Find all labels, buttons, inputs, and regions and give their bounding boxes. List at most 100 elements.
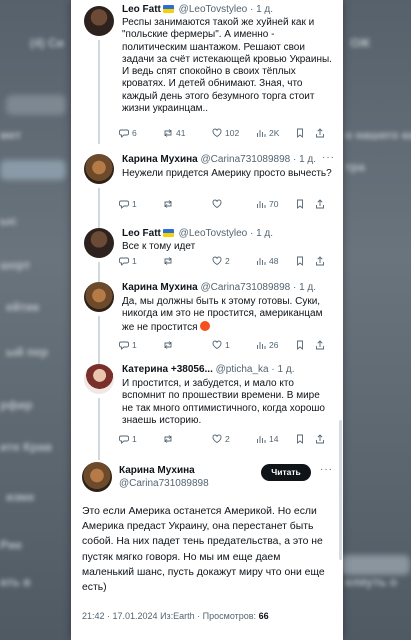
bg-text: ыс bbox=[0, 214, 17, 228]
retweet-icon bbox=[164, 129, 172, 137]
reply-count: 1 bbox=[132, 199, 137, 209]
reply-icon bbox=[119, 435, 129, 444]
tweet-meta: 21:42 · 17.01.2024 Из:Earth · Просмотров… bbox=[82, 611, 269, 621]
bookmark-button[interactable] bbox=[295, 199, 305, 209]
views-button[interactable]: 14 bbox=[256, 434, 278, 444]
reply-count: 1 bbox=[132, 340, 137, 350]
like-button[interactable] bbox=[212, 199, 222, 209]
thread-line bbox=[98, 262, 100, 282]
like-button[interactable]: 102 bbox=[212, 128, 239, 138]
reply-button[interactable]: 6 bbox=[119, 128, 137, 138]
tweet[interactable]: Leo Fatt @LeoTovstyleo · 1 д. Респы зани… bbox=[71, 4, 343, 144]
reply-icon bbox=[119, 257, 129, 266]
share-button[interactable] bbox=[315, 340, 325, 350]
views-count: 26 bbox=[269, 340, 279, 350]
author-handle[interactable]: @Carina731089898 bbox=[201, 154, 291, 165]
retweet-button[interactable] bbox=[163, 199, 173, 209]
reply-button[interactable]: 1 bbox=[119, 434, 137, 444]
bg-text: ейтик bbox=[6, 300, 40, 314]
like-button[interactable]: 2 bbox=[212, 434, 230, 444]
thread-line bbox=[98, 316, 100, 366]
reply-button[interactable]: 1 bbox=[119, 256, 137, 266]
avatar[interactable] bbox=[84, 6, 114, 36]
heart-icon bbox=[212, 256, 222, 266]
tweet-time: · 1 д. bbox=[271, 364, 295, 375]
author-handle[interactable]: @LeoTovstyleo bbox=[179, 228, 248, 239]
retweet-icon bbox=[164, 257, 172, 265]
tweet-header: Leo Fatt @LeoTovstyleo · 1 д. bbox=[122, 4, 335, 18]
scrollbar[interactable] bbox=[339, 420, 342, 560]
bookmark-button[interactable] bbox=[295, 128, 305, 138]
bookmark-button[interactable] bbox=[295, 256, 305, 266]
thread-line bbox=[98, 40, 100, 144]
tweet-header: Катерина +38056... @pticha_ka · 1 д. bbox=[122, 364, 335, 378]
like-count: 102 bbox=[225, 128, 240, 138]
views-button[interactable]: 2K bbox=[256, 128, 279, 138]
tweet-actions: 1 70 bbox=[119, 199, 333, 211]
avatar[interactable] bbox=[84, 228, 114, 258]
bookmark-button[interactable] bbox=[295, 340, 305, 350]
tweet[interactable]: Карина Мухина @Carina731089898 · 1 д. ··… bbox=[71, 152, 343, 228]
tweet-header: Карина Мухина @Carina731089898 · 1 д. bbox=[122, 154, 335, 168]
angry-face-emoji-icon bbox=[200, 320, 211, 331]
heart-icon bbox=[212, 434, 222, 444]
tweet-text: Респы занимаются такой же хуйней как и "… bbox=[122, 17, 332, 115]
share-button[interactable] bbox=[315, 256, 325, 266]
bookmark-button[interactable] bbox=[295, 434, 305, 444]
avatar[interactable] bbox=[84, 364, 114, 394]
views-button[interactable]: 48 bbox=[256, 256, 278, 266]
retweet-button[interactable] bbox=[163, 434, 173, 444]
avatar[interactable] bbox=[82, 462, 112, 492]
tweet[interactable]: Катерина +38056... @pticha_ka · 1 д. И п… bbox=[71, 364, 343, 460]
like-count: 2 bbox=[225, 256, 230, 266]
avatar[interactable] bbox=[84, 154, 114, 184]
ukraine-flag-icon bbox=[162, 229, 174, 237]
author-name[interactable]: Leo Fatt bbox=[122, 228, 161, 239]
tweet[interactable]: Карина Мухина @Carina731089898 · 1 д. Да… bbox=[71, 282, 343, 366]
views-icon bbox=[257, 130, 266, 137]
author-handle[interactable]: @LeoTovstyleo bbox=[179, 4, 248, 15]
author-name[interactable]: Карина Мухина bbox=[122, 154, 198, 165]
author-name[interactable]: Катерина +38056... bbox=[122, 364, 213, 375]
tweet-time: · 1 д. bbox=[249, 228, 274, 239]
reply-icon bbox=[119, 129, 129, 138]
share-button[interactable] bbox=[315, 434, 325, 444]
share-button[interactable] bbox=[315, 128, 325, 138]
tweet-header: Карина Мухина @Carina731089898 · 1 д. bbox=[122, 282, 335, 296]
more-options-icon[interactable]: ··· bbox=[320, 464, 333, 475]
tweet[interactable]: Leo Fatt @LeoTovstyleo · 1 д. Все к тому… bbox=[71, 228, 343, 282]
author-name[interactable]: Карина Мухина bbox=[119, 465, 195, 476]
retweet-button[interactable] bbox=[163, 340, 173, 350]
thread-line bbox=[98, 188, 100, 228]
bg-text: о нашего ка bbox=[345, 128, 411, 142]
author-name[interactable]: Карина Мухина bbox=[122, 282, 198, 293]
like-button[interactable]: 1 bbox=[212, 340, 230, 350]
follow-button[interactable]: Читать bbox=[261, 464, 311, 481]
bg-bar bbox=[0, 160, 66, 180]
retweet-icon bbox=[164, 341, 172, 349]
like-button[interactable]: 2 bbox=[212, 256, 230, 266]
author-handle[interactable]: @pticha_ka bbox=[216, 364, 269, 375]
avatar[interactable] bbox=[84, 282, 114, 312]
tweet-header: Leo Fatt @LeoTovstyleo · 1 д. bbox=[122, 228, 335, 242]
more-options-icon[interactable]: ··· bbox=[322, 152, 335, 163]
retweet-button[interactable] bbox=[163, 256, 173, 266]
bookmark-icon bbox=[297, 340, 303, 350]
views-icon bbox=[257, 258, 266, 265]
share-button[interactable] bbox=[315, 199, 325, 209]
author-handle[interactable]: @Carina731089898 bbox=[119, 478, 209, 489]
views-icon bbox=[257, 436, 266, 443]
reply-button[interactable]: 1 bbox=[119, 199, 137, 209]
tweet-actions: 1 1 26 bbox=[119, 340, 333, 352]
retweet-button[interactable]: 41 bbox=[163, 128, 185, 138]
tweet-text-content: Да, мы должны быть к этому готовы. Суки,… bbox=[122, 296, 323, 333]
views-button[interactable]: 26 bbox=[256, 340, 278, 350]
author-name[interactable]: Leo Fatt bbox=[122, 4, 161, 15]
reply-button[interactable]: 1 bbox=[119, 340, 137, 350]
author-handle[interactable]: @Carina731089898 bbox=[201, 282, 291, 293]
heart-icon bbox=[212, 340, 222, 350]
main-tweet-text: Это если Америка останется Америкой. Но … bbox=[82, 506, 325, 594]
views-count: 48 bbox=[269, 256, 279, 266]
bg-text: ать в bbox=[0, 575, 31, 589]
views-button[interactable]: 70 bbox=[256, 199, 278, 209]
